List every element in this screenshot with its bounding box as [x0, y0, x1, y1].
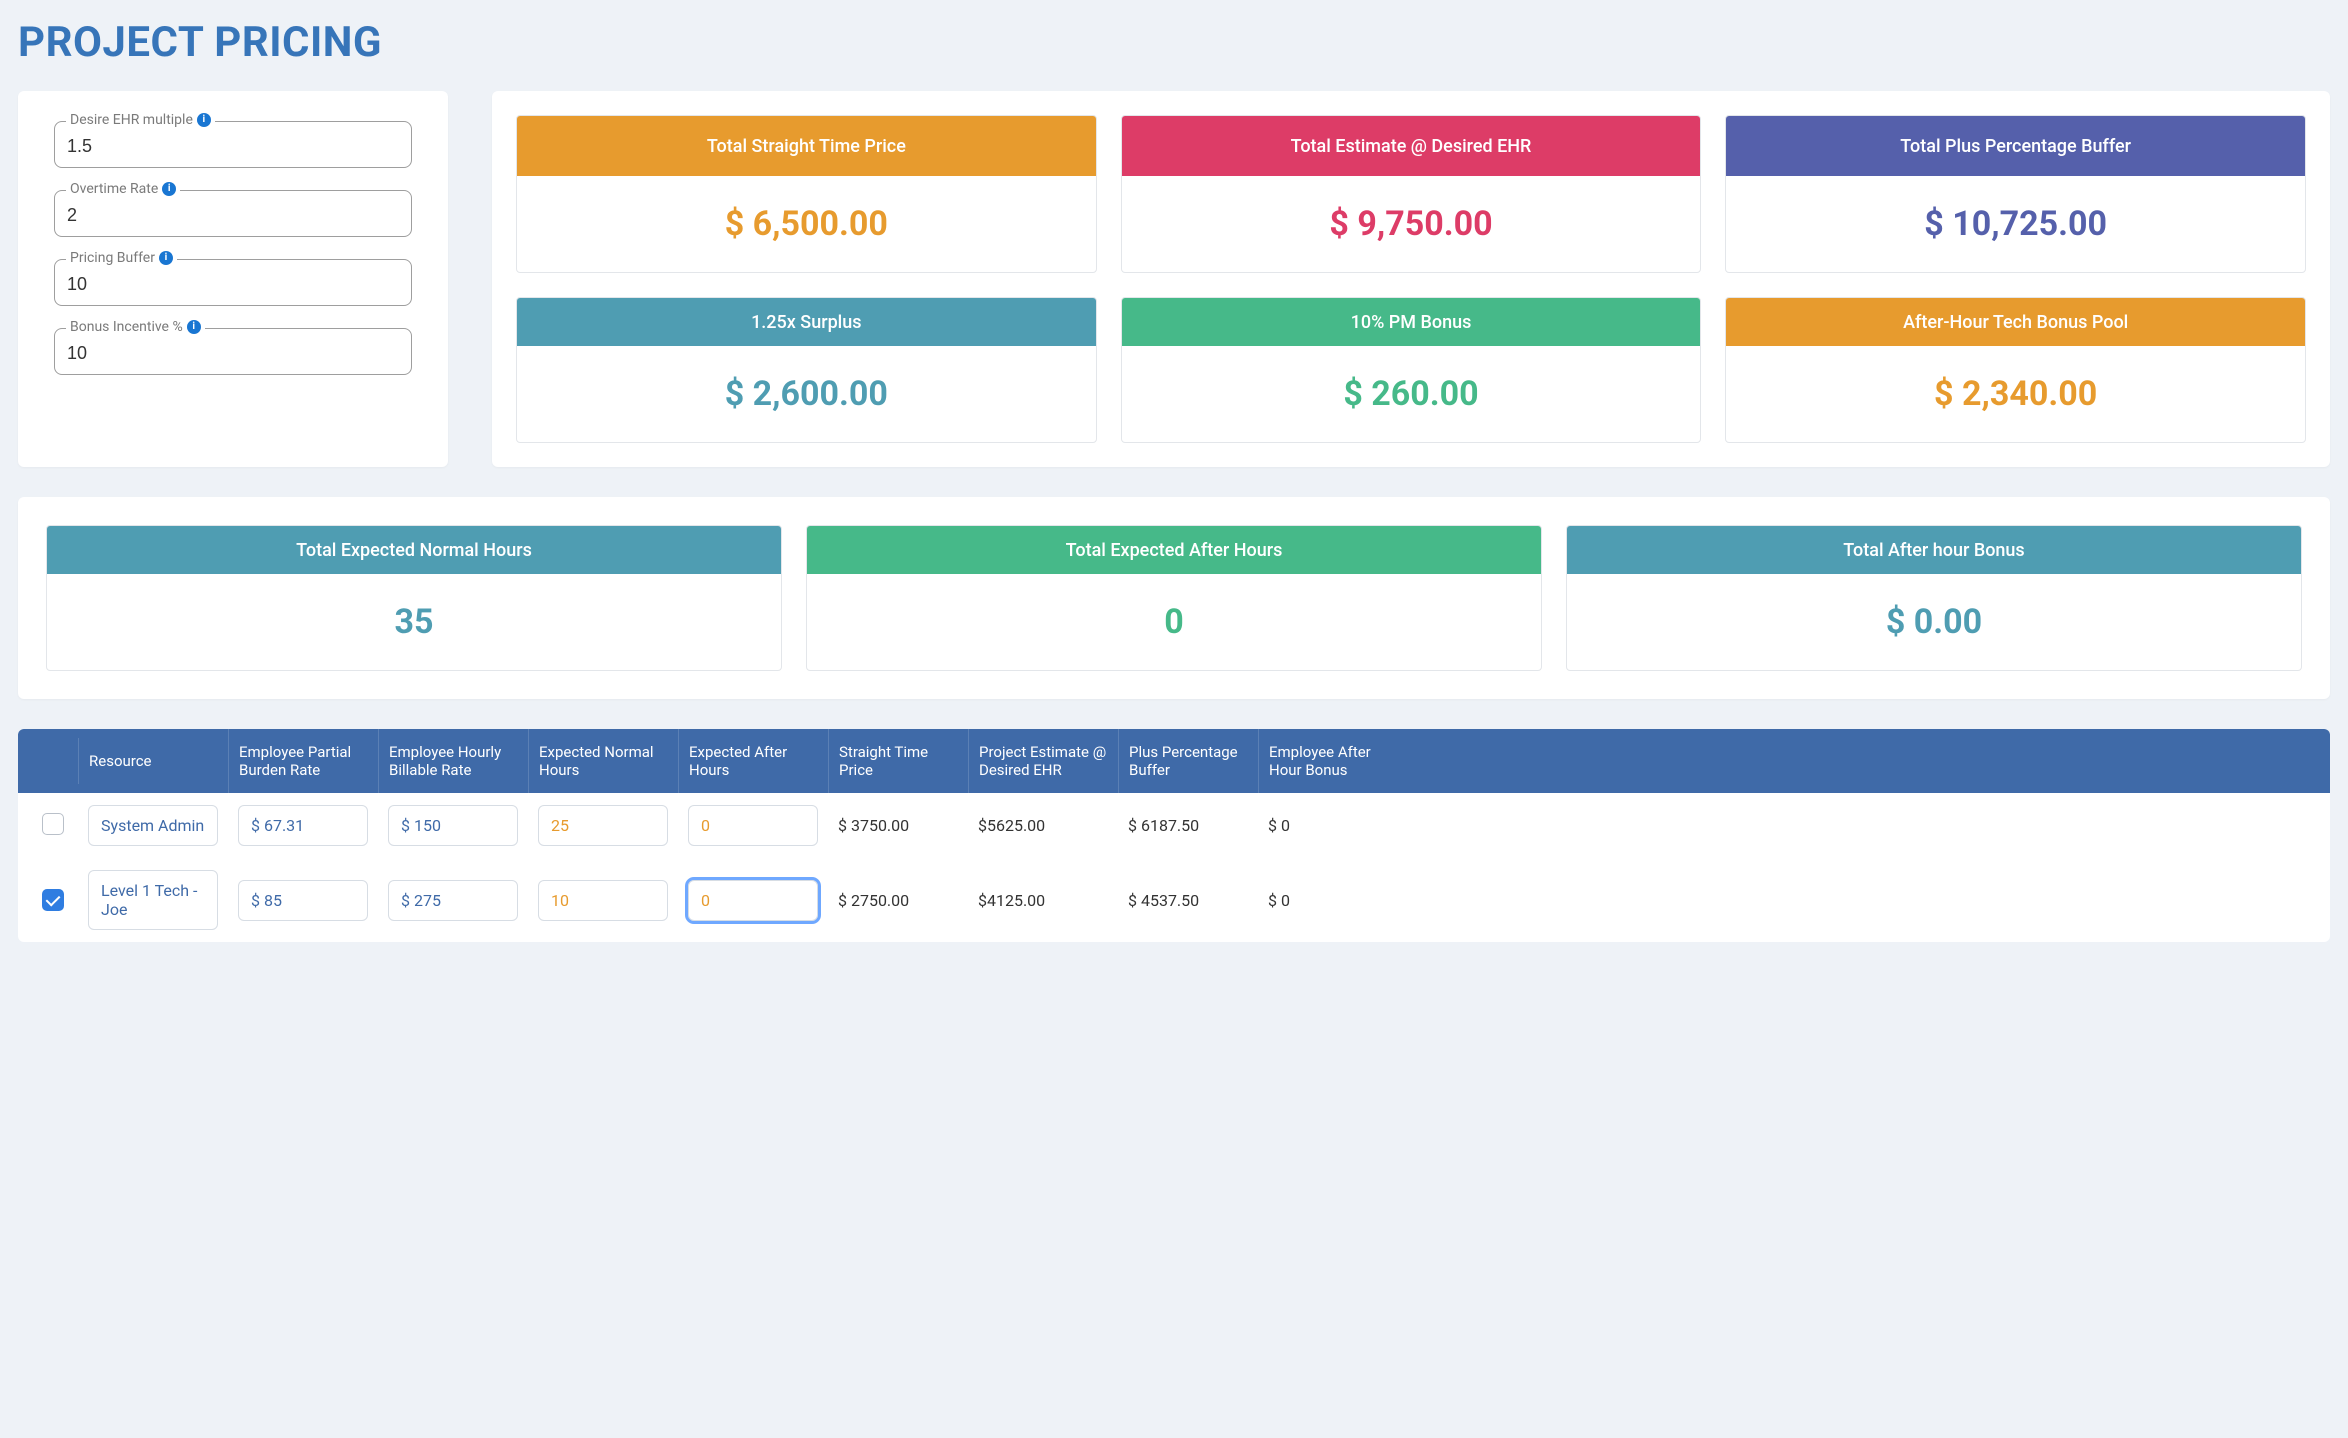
pricing-buffer-input[interactable]	[54, 259, 412, 306]
cell-estimate: $5625.00	[978, 816, 1045, 835]
stat-value: 35	[47, 574, 781, 670]
cell-resource[interactable]: System Admin	[88, 805, 218, 846]
cell-burden[interactable]: $ 67.31	[238, 805, 368, 846]
th-burden[interactable]: Employee Partial Burden Rate	[228, 729, 378, 793]
info-icon[interactable]: i	[162, 182, 176, 196]
cell-straight: $ 3750.00	[838, 816, 909, 835]
th-checkbox	[18, 747, 78, 775]
th-bonus[interactable]: Employee After Hour Bonus	[1258, 729, 1388, 793]
cell-after-input[interactable]: 0	[688, 880, 818, 921]
cell-resource[interactable]: Level 1 Tech - Joe	[88, 870, 218, 930]
info-icon[interactable]: i	[197, 113, 211, 127]
cell-bonus: $ 0	[1268, 816, 1290, 835]
table-row: System Admin $ 67.31 $ 150 25 0 $ 3750.00 $562…	[18, 793, 2330, 858]
th-billable[interactable]: Employee Hourly Billable Rate	[378, 729, 528, 793]
field-label: Bonus Incentive % i	[66, 319, 205, 335]
stat-estimate-ehr: Total Estimate @ Desired EHR $ 9,750.00	[1121, 115, 1702, 273]
stat-plus-buffer: Total Plus Percentage Buffer $ 10,725.00	[1725, 115, 2306, 273]
cell-after-input[interactable]: 0	[688, 805, 818, 846]
stat-pm-bonus: 10% PM Bonus $ 260.00	[1121, 297, 1702, 443]
stat-label: Total After hour Bonus	[1567, 526, 2301, 574]
stat-value: $ 2,600.00	[517, 346, 1096, 442]
stat-label: Total Expected Normal Hours	[47, 526, 781, 574]
th-straight[interactable]: Straight Time Price	[828, 729, 968, 793]
cell-buffer: $ 4537.50	[1128, 891, 1199, 910]
th-after[interactable]: Expected After Hours	[678, 729, 828, 793]
th-resource[interactable]: Resource	[78, 738, 228, 784]
stat-value: $ 10,725.00	[1726, 176, 2305, 272]
row-checkbox[interactable]	[42, 889, 64, 911]
stat-value: 0	[807, 574, 1541, 670]
cell-normal-input[interactable]: 10	[538, 880, 668, 921]
cell-normal-input[interactable]: 25	[538, 805, 668, 846]
summary-after-hours: Total Expected After Hours 0	[806, 525, 1542, 671]
stat-label: 1.25x Surplus	[517, 298, 1096, 346]
cell-billable[interactable]: $ 275	[388, 880, 518, 921]
cell-buffer: $ 6187.50	[1128, 816, 1199, 835]
cell-estimate: $4125.00	[978, 891, 1045, 910]
stats-card: Total Straight Time Price $ 6,500.00 Tot…	[492, 91, 2330, 467]
info-icon[interactable]: i	[187, 320, 201, 334]
summary-card: Total Expected Normal Hours 35 Total Exp…	[18, 497, 2330, 699]
page-title: PROJECT PRICING	[18, 18, 2330, 67]
stat-label: After-Hour Tech Bonus Pool	[1726, 298, 2305, 346]
field-overtime-rate: Overtime Rate i	[54, 190, 412, 237]
overtime-rate-input[interactable]	[54, 190, 412, 237]
th-estimate[interactable]: Project Estimate @ Desired EHR	[968, 729, 1118, 793]
stat-value: $ 0.00	[1567, 574, 2301, 670]
stat-value: $ 6,500.00	[517, 176, 1096, 272]
info-icon[interactable]: i	[159, 251, 173, 265]
th-normal[interactable]: Expected Normal Hours	[528, 729, 678, 793]
ehr-multiple-input[interactable]	[54, 121, 412, 168]
summary-normal-hours: Total Expected Normal Hours 35	[46, 525, 782, 671]
th-buffer[interactable]: Plus Percentage Buffer	[1118, 729, 1258, 793]
stat-label: Total Estimate @ Desired EHR	[1122, 116, 1701, 176]
stat-value: $ 2,340.00	[1726, 346, 2305, 442]
field-label: Pricing Buffer i	[66, 250, 177, 266]
inputs-card: Desire EHR multiple i Overtime Rate i Pr…	[18, 91, 448, 467]
stat-surplus: 1.25x Surplus $ 2,600.00	[516, 297, 1097, 443]
summary-after-bonus: Total After hour Bonus $ 0.00	[1566, 525, 2302, 671]
stat-label: Total Straight Time Price	[517, 116, 1096, 176]
table-row: Level 1 Tech - Joe $ 85 $ 275 10 0 $ 2750.00 $…	[18, 858, 2330, 942]
stat-value: $ 9,750.00	[1122, 176, 1701, 272]
row-checkbox[interactable]	[42, 813, 64, 835]
stat-label: 10% PM Bonus	[1122, 298, 1701, 346]
stat-label: Total Plus Percentage Buffer	[1726, 116, 2305, 176]
cell-billable[interactable]: $ 150	[388, 805, 518, 846]
stat-label: Total Expected After Hours	[807, 526, 1541, 574]
stat-straight-time: Total Straight Time Price $ 6,500.00	[516, 115, 1097, 273]
field-label: Desire EHR multiple i	[66, 112, 215, 128]
cell-straight: $ 2750.00	[838, 891, 909, 910]
pricing-table: Resource Employee Partial Burden Rate Em…	[18, 729, 2330, 942]
field-pricing-buffer: Pricing Buffer i	[54, 259, 412, 306]
cell-burden[interactable]: $ 85	[238, 880, 368, 921]
stat-value: $ 260.00	[1122, 346, 1701, 442]
field-ehr-multiple: Desire EHR multiple i	[54, 121, 412, 168]
field-bonus-incentive: Bonus Incentive % i	[54, 328, 412, 375]
bonus-incentive-input[interactable]	[54, 328, 412, 375]
table-header: Resource Employee Partial Burden Rate Em…	[18, 729, 2330, 793]
field-label: Overtime Rate i	[66, 181, 180, 197]
cell-bonus: $ 0	[1268, 891, 1290, 910]
stat-tech-bonus: After-Hour Tech Bonus Pool $ 2,340.00	[1725, 297, 2306, 443]
